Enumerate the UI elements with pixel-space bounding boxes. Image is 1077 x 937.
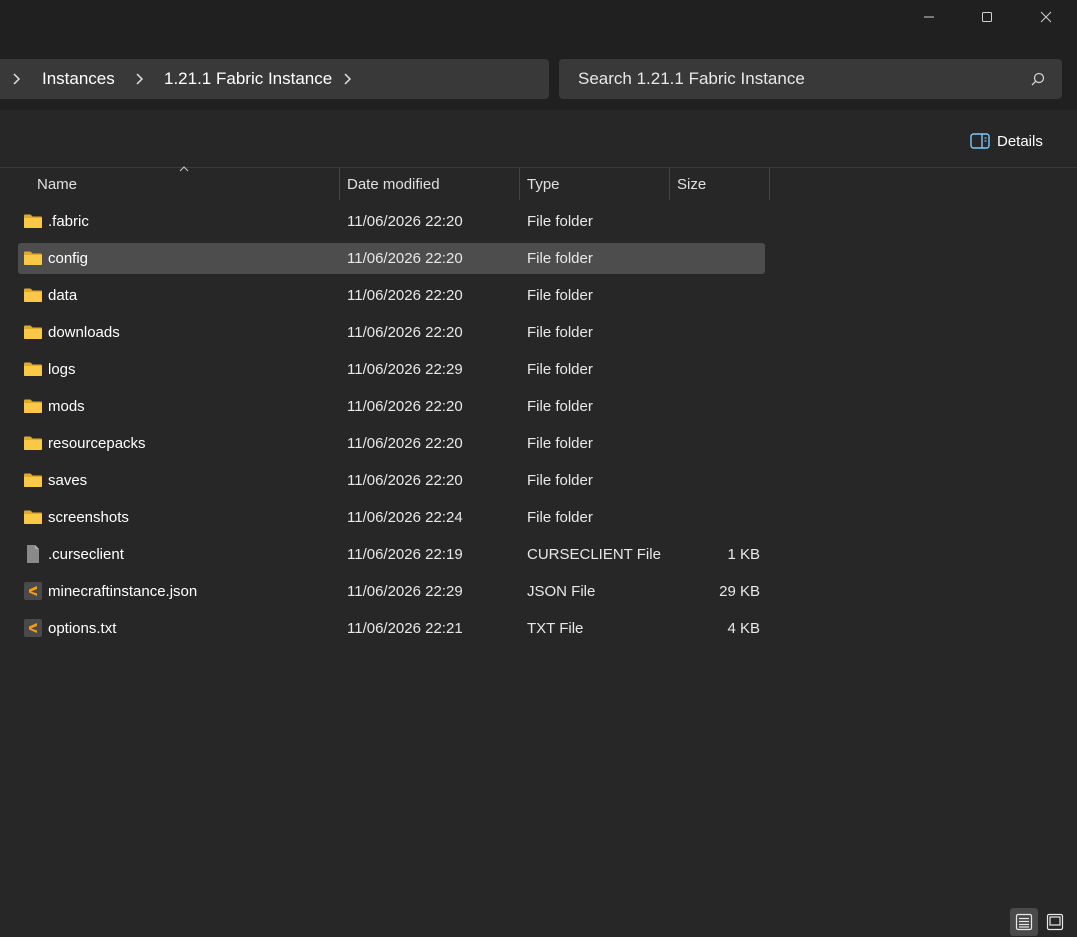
file-type: CURSECLIENT File [527, 546, 661, 563]
minimize-button[interactable] [900, 0, 958, 34]
file-type: File folder [527, 435, 593, 452]
folder-icon [23, 359, 43, 379]
file-type: File folder [527, 398, 593, 415]
folder-icon [23, 248, 43, 268]
folder-icon [23, 322, 43, 342]
address-bar: Instances 1.21.1 Fabric Instance Search … [0, 49, 1077, 110]
file-name: .curseclient [48, 546, 124, 563]
minimize-icon [924, 16, 934, 18]
folder-icon [23, 470, 43, 490]
file-row[interactable]: saves 11/06/2026 22:20 File folder [18, 465, 765, 496]
file-type: File folder [527, 324, 593, 341]
file-name: logs [48, 361, 76, 378]
file-type: File folder [527, 361, 593, 378]
file-name: saves [48, 472, 88, 489]
breadcrumb-item-current-folder[interactable]: 1.21.1 Fabric Instance [164, 69, 332, 89]
file-date-modified: 11/06/2026 22:21 [347, 620, 463, 637]
file-date-modified: 11/06/2026 22:20 [347, 398, 463, 415]
details-view-button[interactable] [1010, 908, 1038, 936]
column-header-name[interactable]: Name [37, 168, 339, 200]
file-name: data [48, 287, 78, 304]
file-row[interactable]: .curseclient 11/06/2026 22:19 CURSECLIENT … [18, 539, 765, 570]
column-header: Name Date modified Type Size [0, 166, 770, 200]
column-header-type[interactable]: Type [527, 168, 669, 200]
details-label: Details [997, 132, 1043, 150]
file-row[interactable]: options.txt 11/06/2026 22:21 TXT File 4 KB [18, 613, 765, 644]
column-divider[interactable] [669, 168, 670, 200]
chevron-right-icon[interactable] [9, 71, 25, 87]
details-view-icon [1015, 913, 1033, 931]
sublime-file-icon [23, 581, 43, 601]
file-date-modified: 11/06/2026 22:20 [347, 472, 463, 489]
file-date-modified: 11/06/2026 22:20 [347, 324, 463, 341]
file-row[interactable]: .fabric 11/06/2026 22:20 File folder [18, 206, 765, 237]
file-row[interactable]: mods 11/06/2026 22:20 File folder [18, 391, 765, 422]
file-type: File folder [527, 509, 593, 526]
file-type: TXT File [527, 620, 584, 637]
column-divider[interactable] [339, 168, 340, 200]
search-placeholder: Search 1.21.1 Fabric Instance [578, 69, 805, 88]
status-bar [0, 905, 1077, 937]
large-icons-view-button[interactable] [1041, 908, 1069, 936]
details-pane-button[interactable]: Details [970, 130, 1043, 152]
file-size: 1 KB [727, 546, 760, 563]
generic-file-icon [23, 544, 43, 564]
breadcrumb[interactable]: Instances 1.21.1 Fabric Instance [0, 59, 549, 99]
column-divider[interactable] [769, 168, 770, 200]
file-date-modified: 11/06/2026 22:29 [347, 361, 463, 378]
file-type: JSON File [527, 583, 596, 600]
large-icons-view-icon [1046, 913, 1064, 931]
folder-icon [23, 507, 43, 527]
maximize-icon [982, 12, 992, 22]
file-date-modified: 11/06/2026 22:20 [347, 287, 463, 304]
close-button[interactable] [1017, 0, 1075, 34]
file-name: mods [48, 398, 85, 415]
file-date-modified: 11/06/2026 22:20 [347, 250, 463, 267]
column-divider[interactable] [519, 168, 520, 200]
title-bar [0, 0, 1077, 49]
folder-icon [23, 433, 43, 453]
folder-icon [23, 396, 43, 416]
file-name: .fabric [48, 213, 89, 230]
file-type: File folder [527, 213, 593, 230]
maximize-button[interactable] [958, 0, 1016, 34]
details-pane-icon [970, 133, 990, 149]
file-size: 4 KB [727, 620, 760, 637]
file-type: File folder [527, 287, 593, 304]
search-icon[interactable] [1031, 72, 1045, 86]
file-name: minecraftinstance.json [48, 583, 198, 600]
folder-icon [23, 211, 43, 231]
file-row[interactable]: resourcepacks 11/06/2026 22:20 File folder [18, 428, 765, 459]
file-type: File folder [527, 250, 593, 267]
chevron-right-icon[interactable] [132, 71, 148, 87]
file-size: 29 KB [719, 583, 760, 600]
sublime-file-icon [23, 618, 43, 638]
file-name: screenshots [48, 509, 129, 526]
file-date-modified: 11/06/2026 22:24 [347, 509, 463, 526]
folder-icon [23, 285, 43, 305]
file-date-modified: 11/06/2026 22:29 [347, 583, 463, 600]
file-row[interactable]: data 11/06/2026 22:20 File folder [18, 280, 765, 311]
breadcrumb-item-instances[interactable]: Instances [42, 69, 115, 89]
column-header-size[interactable]: Size [677, 168, 769, 200]
file-type: File folder [527, 472, 593, 489]
file-row[interactable]: screenshots 11/06/2026 22:24 File folder [18, 502, 765, 533]
search-input[interactable]: Search 1.21.1 Fabric Instance [559, 59, 1062, 99]
file-row[interactable]: logs 11/06/2026 22:29 File folder [18, 354, 765, 385]
file-name: resourcepacks [48, 435, 146, 452]
file-name: downloads [48, 324, 120, 341]
file-name: config [48, 250, 89, 267]
command-bar: Details [0, 110, 1077, 168]
chevron-right-icon[interactable] [340, 71, 356, 87]
close-icon [1040, 11, 1052, 23]
file-row[interactable]: config 11/06/2026 22:20 File folder [18, 243, 765, 274]
file-row[interactable]: downloads 11/06/2026 22:20 File folder [18, 317, 765, 348]
file-date-modified: 11/06/2026 22:20 [347, 213, 463, 230]
file-date-modified: 11/06/2026 22:19 [347, 546, 463, 563]
file-name: options.txt [48, 620, 117, 637]
column-header-date[interactable]: Date modified [347, 168, 519, 200]
file-row[interactable]: minecraftinstance.json 11/06/2026 22:29 JS… [18, 576, 765, 607]
file-date-modified: 11/06/2026 22:20 [347, 435, 463, 452]
